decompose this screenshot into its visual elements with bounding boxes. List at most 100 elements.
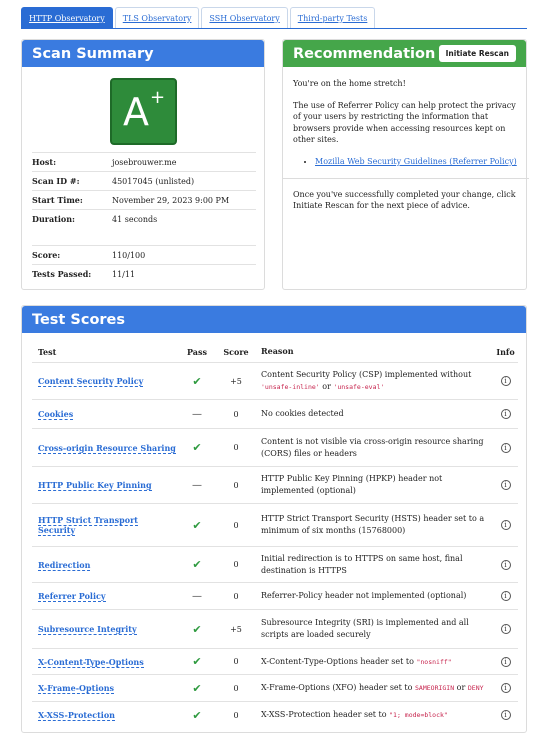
info-icon[interactable]: i [500, 559, 511, 570]
info-icon[interactable]: i [500, 591, 511, 601]
score-cell: +5 [230, 624, 242, 634]
info-icon[interactable]: i [500, 710, 511, 720]
reason-text: X-Frame-Options (XFO) header set to [261, 683, 415, 693]
reason-code: "1; mode=block" [389, 711, 448, 720]
summary-row-score: Score: 110/100 [32, 245, 256, 264]
test-name-link[interactable]: Referrer Policy [38, 591, 106, 602]
info-icon[interactable]: i [500, 480, 511, 490]
reason-code: 'unsafe-inline' [261, 383, 320, 391]
summary-value: 41 seconds [112, 214, 158, 224]
score-cell: 0 [233, 443, 239, 452]
recommendation-body: You're on the home stretch! The use of R… [283, 78, 529, 222]
pass-neutral-icon: — [192, 479, 202, 491]
info-icon[interactable]: i [500, 376, 511, 386]
summary-key: Scan ID #: [32, 176, 80, 186]
reason-text: or [319, 382, 334, 391]
tab-underline [21, 28, 527, 29]
scan-summary-title: Scan Summary [22, 40, 264, 67]
table-row: Referrer Policy — 0 Referrer-Policy header … [32, 582, 518, 609]
tab-http-observatory[interactable]: HTTP Observatory [21, 7, 113, 28]
test-name-link[interactable]: Cookies [38, 409, 74, 420]
info-cell: i [493, 442, 518, 453]
info-cell: i [493, 624, 518, 634]
initiate-rescan-button[interactable]: Initiate Rescan [438, 45, 516, 62]
pass-neutral-icon: — [192, 408, 202, 420]
info-icon[interactable]: i [500, 624, 511, 634]
table-row: HTTP Strict Transport Security ✔ 0 HTTP Str… [32, 503, 518, 546]
test-name-link[interactable]: Subresource Integrity [38, 624, 137, 635]
info-cell: i [493, 376, 518, 386]
reason-text: Content is not visible via cross-origin … [261, 436, 484, 458]
info-icon[interactable]: i [500, 520, 511, 530]
reason-code: 'unsafe-eval' [333, 383, 385, 391]
pass-check-icon: ✔ [192, 622, 202, 636]
info-icon[interactable]: i [500, 409, 511, 419]
reason-code: DENY [467, 684, 484, 693]
tab-third-party-tests[interactable]: Third-party Tests [289, 7, 376, 28]
tab-tls-observatory[interactable]: TLS Observatory [114, 7, 200, 28]
summary-row-tests-passed: Tests Passed: 11/11 [32, 264, 256, 283]
recommendation-panel: Recommendation Initiate Rescan You're on… [282, 39, 529, 290]
pass-check-icon: ✔ [192, 518, 202, 532]
summary-row-duration: Duration: 41 seconds [32, 209, 256, 228]
reason-text: Content Security Policy (CSP) implemente… [261, 370, 472, 380]
summary-row-start-time: Start Time: November 29, 2023 9:00 PM [32, 190, 256, 209]
test-name-cell: Content Security Policy [32, 376, 177, 387]
recommendation-title: Recommendation [293, 45, 436, 62]
test-name-link[interactable]: Redirection [38, 559, 91, 571]
reason-cell: No cookies detected [255, 408, 493, 420]
table-row: Cookies — 0 No cookies detected i [32, 399, 518, 428]
info-cell: i [493, 710, 518, 720]
test-name-link[interactable]: X-Frame-Options [38, 683, 115, 694]
info-icon[interactable]: i [500, 656, 511, 667]
test-name-cell: Cross-origin Resource Sharing [32, 442, 177, 454]
test-name-link[interactable]: Content Security Policy [38, 376, 144, 387]
summary-row-scan-id: Scan ID #: 45017045 (unlisted) [32, 171, 256, 190]
reason-cell: HTTP Public Key Pinning (HPKP) header no… [255, 473, 493, 496]
summary-value: 110/100 [112, 250, 146, 260]
scan-summary-panel: Scan Summary A + Host: josebrouwer.me Sca… [21, 39, 265, 290]
info-icon[interactable]: i [500, 442, 511, 453]
test-scores-title: Test Scores [22, 306, 526, 333]
table-row: HTTP Public Key Pinning — 0 HTTP Public Key… [32, 466, 518, 503]
guidelines-link[interactable]: Mozilla Web Security Guidelines (Referre… [315, 157, 517, 166]
test-name-cell: HTTP Public Key Pinning [32, 480, 177, 491]
pass-check-icon: ✔ [192, 558, 202, 571]
pass-check-icon: ✔ [192, 441, 202, 454]
reason-cell: Subresource Integrity (SRI) is implement… [255, 617, 493, 640]
test-scores-panel: Test Scores Test Pass Score Reason Info … [21, 305, 527, 733]
info-cell: i [493, 409, 518, 419]
summary-row-host: Host: josebrouwer.me [32, 152, 256, 171]
grade-letter: A [122, 89, 149, 134]
reason-text: Referrer-Policy header not implemented (… [261, 591, 467, 601]
test-name-link[interactable]: X-XSS-Protection [38, 710, 115, 721]
tab-ssh-observatory[interactable]: SSH Observatory [201, 7, 288, 28]
reason-text: Initial redirection is to HTTPS on same … [261, 553, 463, 575]
table-row: X-Content-Type-Options ✔ 0 X-Content-Type-O… [32, 648, 518, 674]
reason-text: X-XSS-Protection header set to [261, 710, 390, 720]
summary-key: Duration: [32, 214, 75, 224]
reason-cell: Initial redirection is to HTTPS on same … [255, 553, 493, 576]
recommendation-header: Recommendation Initiate Rescan [283, 40, 526, 67]
test-name-cell: X-Frame-Options [32, 683, 177, 694]
grade-modifier: + [149, 87, 166, 108]
list-item: Mozilla Web Security Guidelines (Referre… [315, 156, 519, 168]
info-icon[interactable]: i [500, 683, 511, 693]
test-name-link[interactable]: Cross-origin Resource Sharing [38, 442, 176, 454]
score-cell: 0 [233, 683, 239, 693]
summary-value: josebrouwer.me [112, 157, 177, 167]
reason-cell: Referrer-Policy header not implemented (… [255, 590, 493, 602]
info-cell: i [493, 656, 518, 667]
pass-check-icon: ✔ [192, 681, 202, 695]
observatory-tabs: HTTP Observatory TLS Observatory SSH Obs… [21, 7, 377, 28]
table-row: Content Security Policy ✔ +5 Content Securi… [32, 362, 518, 399]
summary-key: Tests Passed: [32, 269, 92, 279]
pass-check-icon: ✔ [192, 708, 202, 722]
test-name-link[interactable]: HTTP Strict Transport Security [38, 515, 138, 536]
pass-check-icon: ✔ [192, 374, 202, 388]
test-name-link[interactable]: HTTP Public Key Pinning [38, 480, 152, 491]
table-header: Test Pass Score Reason Info [32, 344, 518, 360]
test-name-link[interactable]: X-Content-Type-Options [38, 656, 144, 668]
summary-value: November 29, 2023 9:00 PM [112, 195, 230, 205]
header-pass: Pass [187, 347, 207, 357]
